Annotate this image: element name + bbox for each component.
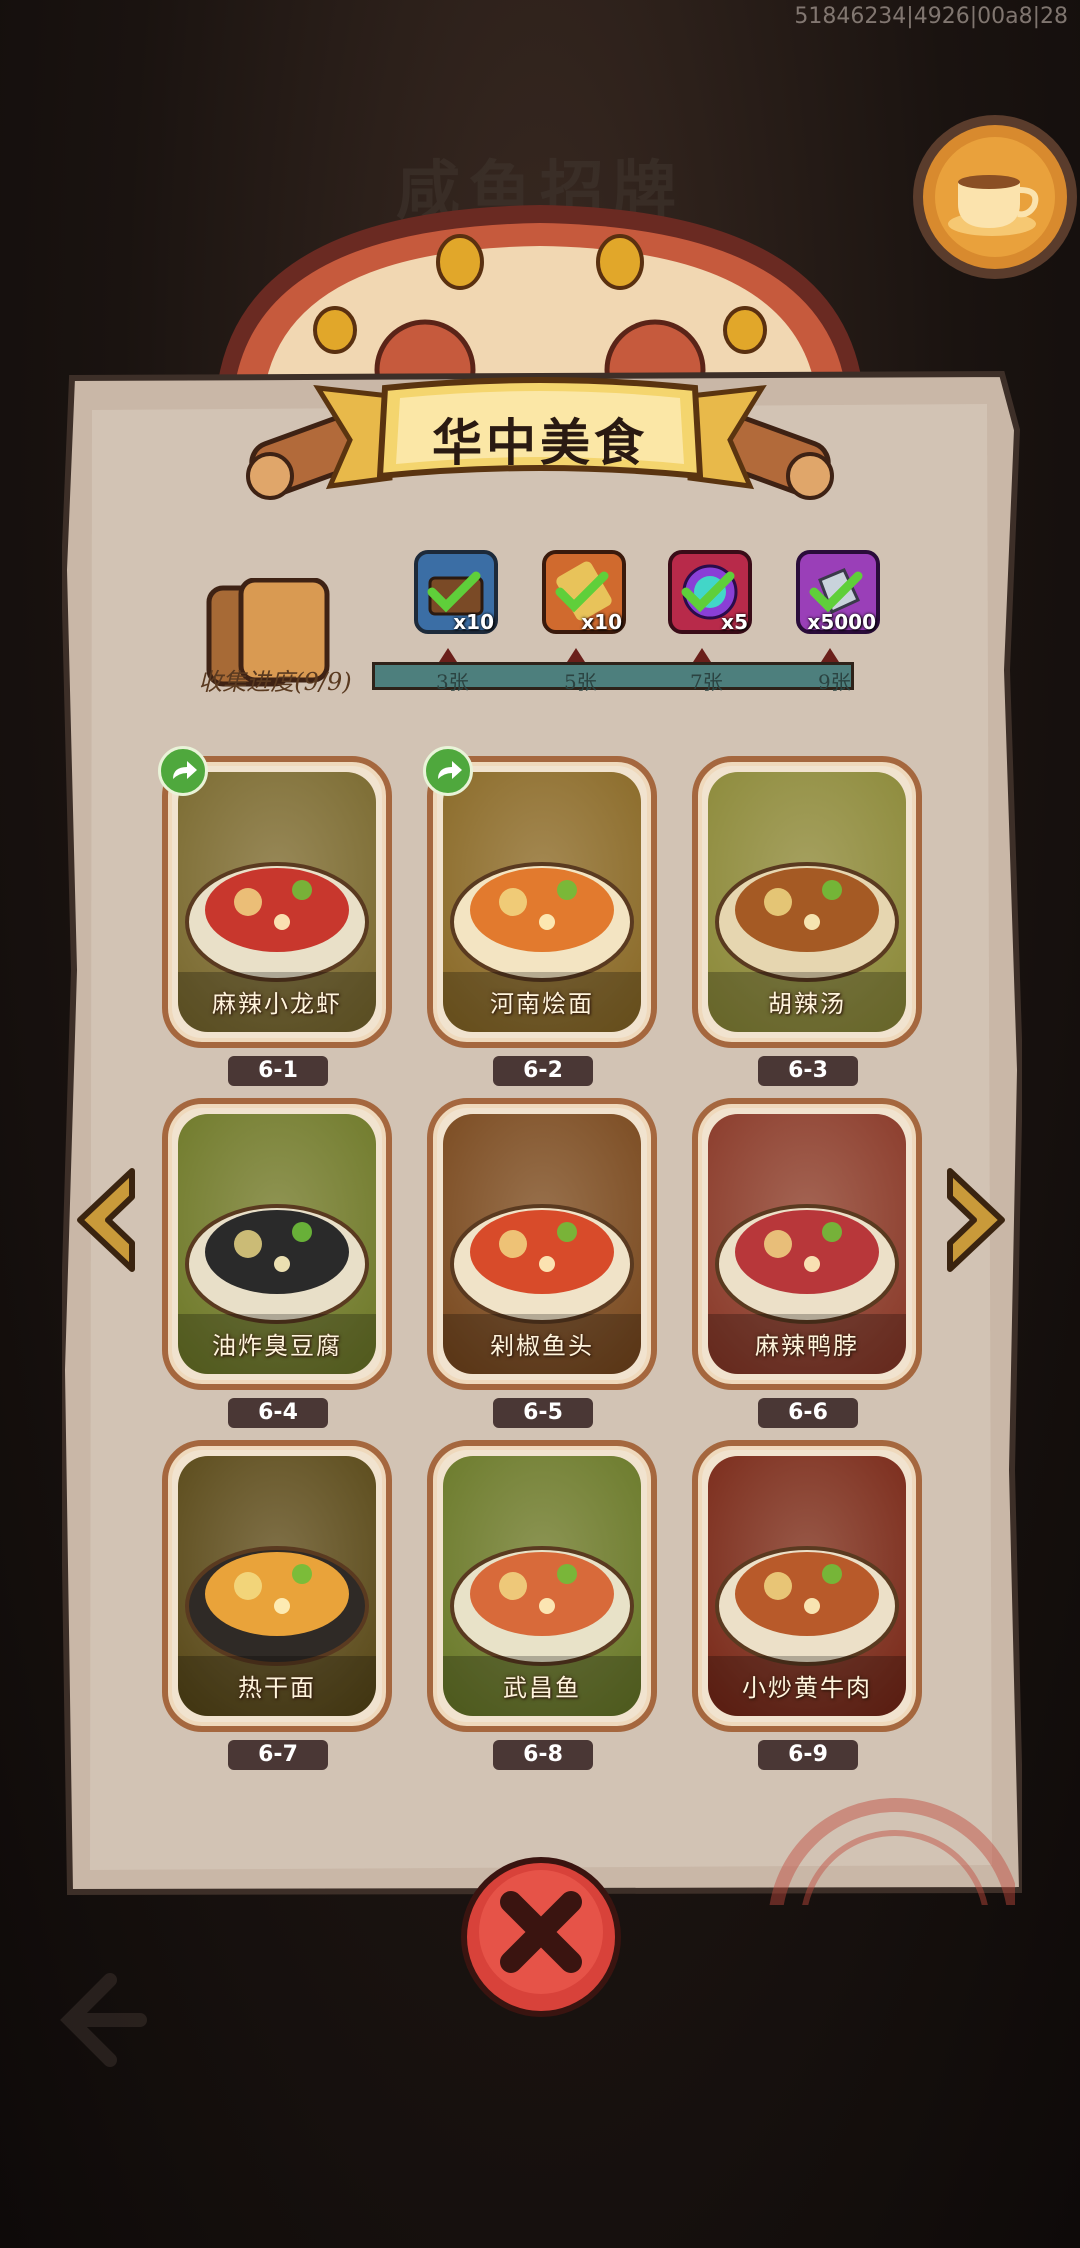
food-card-6-8[interactable]: 武昌鱼 6-8	[427, 1440, 657, 1770]
milestone-label: 7张	[690, 670, 723, 694]
food-name: 剁椒鱼头	[490, 1332, 594, 1360]
food-card-6-3[interactable]: 胡辣汤 6-3	[692, 756, 922, 1086]
share-arrow-icon	[438, 761, 462, 779]
food-name: 麻辣鸭脖	[755, 1332, 859, 1360]
food-card-6-2[interactable]: 河南烩面 6-2	[423, 746, 657, 1086]
milestone-marker	[439, 648, 457, 662]
milestone-label: 3张	[436, 670, 469, 694]
collection-progress-label: 收集进度(9/9)	[198, 668, 352, 696]
back-arrow-icon	[60, 1973, 147, 2067]
card-number-tag: 6-2	[493, 1056, 593, 1086]
card-number-tag: 6-8	[493, 1740, 593, 1770]
reward-3[interactable]: x5	[668, 550, 752, 634]
seal-stamp-decoration	[769, 1798, 1015, 1905]
food-name: 麻辣小龙虾	[212, 990, 342, 1018]
food-name: 武昌鱼	[503, 1674, 581, 1702]
card-number-tag: 6-7	[228, 1740, 328, 1770]
milestone-marker	[693, 648, 711, 662]
food-name: 油炸臭豆腐	[212, 1332, 342, 1360]
food-name: 胡辣汤	[768, 990, 846, 1018]
food-name: 热干面	[238, 1674, 316, 1702]
reward-4[interactable]: x5000	[796, 550, 880, 634]
food-card-6-5[interactable]: 剁椒鱼头 6-5	[427, 1098, 657, 1428]
food-card-6-1[interactable]: 麻辣小龙虾 6-1	[158, 746, 392, 1086]
album-title: 华中美食	[432, 413, 648, 472]
food-card-6-9[interactable]: 小炒黄牛肉 6-9	[692, 1440, 922, 1770]
food-card-6-4[interactable]: 油炸臭豆腐 6-4	[162, 1098, 392, 1428]
card-number-tag: 6-4	[228, 1398, 328, 1428]
reward-count: x5000	[807, 610, 876, 634]
card-number-tag: 6-9	[758, 1740, 858, 1770]
milestone-marker	[821, 648, 839, 662]
milestone-marker	[567, 648, 585, 662]
next-page-arrow[interactable]	[936, 1165, 1010, 1275]
share-arrow-icon	[173, 761, 197, 779]
food-card-6-6[interactable]: 麻辣鸭脖 6-6	[692, 1098, 922, 1428]
album-title-banner	[246, 377, 834, 500]
reward-count: x10	[581, 610, 622, 634]
food-card-6-7[interactable]: 热干面 6-7	[162, 1440, 392, 1770]
food-name: 河南烩面	[490, 990, 594, 1018]
previous-page-arrow[interactable]	[72, 1165, 146, 1275]
milestone-label: 9张	[818, 670, 851, 694]
card-number-tag: 6-1	[228, 1056, 328, 1086]
milestone-label: 5张	[564, 670, 597, 694]
card-number-tag: 6-3	[758, 1056, 858, 1086]
reward-count: x5	[721, 610, 748, 634]
card-number-tag: 6-5	[493, 1398, 593, 1428]
close-button[interactable]	[456, 1852, 626, 2022]
food-name: 小炒黄牛肉	[742, 1674, 872, 1702]
reward-2[interactable]: x10	[542, 550, 626, 634]
reward-1[interactable]: x10	[414, 550, 498, 634]
share-button[interactable]	[423, 746, 473, 796]
card-number-tag: 6-6	[758, 1398, 858, 1428]
share-button[interactable]	[158, 746, 208, 796]
reward-count: x10	[453, 610, 494, 634]
